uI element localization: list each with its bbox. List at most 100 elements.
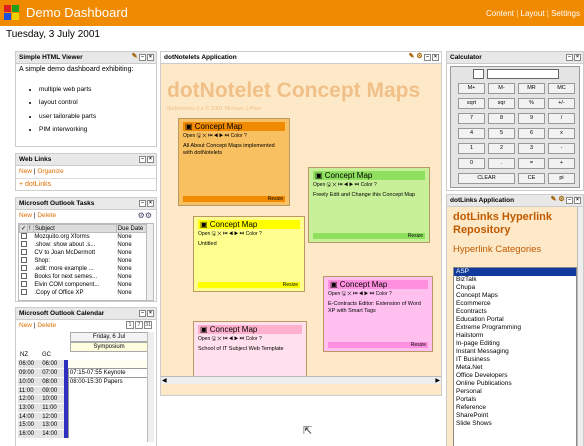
minimize-icon[interactable]: –: [139, 200, 146, 207]
subject-header[interactable]: Subject: [32, 224, 117, 234]
pi-button[interactable]: pi: [548, 173, 575, 184]
list-item[interactable]: SharePoint: [454, 412, 576, 420]
table-row[interactable]: .show: show about .s... None: [20, 241, 152, 249]
resize-handle[interactable]: Resize: [313, 233, 425, 239]
minimize-icon[interactable]: –: [139, 54, 146, 61]
calc-key[interactable]: /: [548, 113, 575, 124]
calc-key[interactable]: 4: [458, 128, 485, 139]
notelets-horizontal-scrollbar[interactable]: ◀ ▶: [161, 376, 441, 384]
calc-key[interactable]: 8: [488, 113, 515, 124]
table-row[interactable]: Mozquito.org Xforms None: [20, 233, 152, 242]
nav-content-link[interactable]: Content: [486, 9, 514, 18]
category-list[interactable]: ASP BizTalk Chupa Concept Maps Ecommerce…: [453, 267, 577, 446]
delete-task-link[interactable]: Delete: [37, 212, 56, 219]
card-text[interactable]: All About Concept Maps implemented with …: [183, 143, 285, 156]
calculator-display[interactable]: [487, 69, 559, 79]
card-title[interactable]: ▣ Concept Map: [313, 171, 425, 180]
nav-layout-link[interactable]: Layout: [521, 9, 545, 18]
list-item[interactable]: Reference: [454, 404, 576, 412]
time-slot-row[interactable]: 11:00 09:00: [18, 386, 150, 396]
task-checkbox[interactable]: [20, 289, 27, 296]
task-checkbox[interactable]: [20, 257, 27, 264]
task-checkbox[interactable]: [20, 233, 27, 240]
calc-key[interactable]: 1: [458, 143, 485, 154]
list-item[interactable]: Hailstorm: [454, 332, 576, 340]
close-icon[interactable]: ×: [574, 197, 581, 204]
resize-handle[interactable]: Resize: [198, 282, 300, 288]
minimize-icon[interactable]: –: [139, 310, 146, 317]
concept-map-card[interactable]: ▣ Concept Map Open 🖫 ✕ ⏮ ◀ ▶ ⏭ Color ? A…: [178, 118, 290, 206]
list-item[interactable]: Instant Messaging: [454, 348, 576, 356]
table-row[interactable]: Books for next semes... None: [20, 273, 152, 281]
list-item[interactable]: Slide Shows: [454, 420, 576, 428]
new-link[interactable]: New: [19, 168, 32, 175]
week-view-button[interactable]: 7: [135, 321, 143, 329]
time-slot-row[interactable]: 16:00 14:00: [18, 429, 150, 439]
calendar-scrollbar[interactable]: [147, 332, 154, 443]
task-checkbox[interactable]: [20, 265, 27, 272]
clear-button[interactable]: CLEAR: [458, 173, 515, 184]
list-item[interactable]: Extreme Programming: [454, 324, 576, 332]
card-text[interactable]: School of IT Subject Web Template: [198, 346, 302, 353]
card-text[interactable]: Untitled: [198, 241, 300, 248]
calc-key[interactable]: %: [518, 98, 545, 109]
list-item[interactable]: BizTalk: [454, 276, 576, 284]
calc-key[interactable]: 2: [488, 143, 515, 154]
edit-icon[interactable]: ✎: [550, 196, 557, 204]
calc-key[interactable]: 3: [518, 143, 545, 154]
task-checkbox[interactable]: [20, 249, 27, 256]
list-item[interactable]: In-page Editing: [454, 340, 576, 348]
calc-key[interactable]: 6: [518, 128, 545, 139]
calc-key[interactable]: 5: [488, 128, 515, 139]
list-item[interactable]: Portals: [454, 396, 576, 404]
list-item[interactable]: Econtracts: [454, 308, 576, 316]
appointment[interactable]: 08:00-15:30 Papers: [67, 377, 150, 387]
list-item[interactable]: ASP: [454, 268, 576, 276]
concept-map-card[interactable]: ▣ Concept Map Open 🖫 ✕ ⏮ ◀ ▶ ⏭ Color ? F…: [308, 167, 430, 243]
task-checkbox[interactable]: [20, 241, 27, 248]
table-row[interactable]: CV to Joan McDermott None: [20, 249, 152, 257]
card-title[interactable]: ▣ Concept Map: [183, 122, 285, 131]
close-icon[interactable]: ×: [147, 200, 154, 207]
card-toolbar[interactable]: Open 🖫 ✕ ⏮ ◀ ▶ ⏭ Color ?: [328, 291, 428, 299]
settings-icon[interactable]: ⚙: [416, 53, 423, 61]
card-title[interactable]: ▣ Concept Map: [328, 280, 428, 289]
edit-icon[interactable]: ✎: [408, 53, 415, 61]
close-icon[interactable]: ×: [147, 54, 154, 61]
calc-key[interactable]: +: [548, 158, 575, 169]
list-item[interactable]: Online Publications: [454, 380, 576, 388]
month-view-button[interactable]: 31: [144, 321, 152, 329]
time-slot-row[interactable]: 06:00 06:00: [18, 360, 149, 370]
day-view-button[interactable]: 1: [126, 321, 134, 329]
list-item[interactable]: Chupa: [454, 284, 576, 292]
resize-handle[interactable]: Resize: [183, 196, 285, 202]
calc-key[interactable]: sqrt: [458, 98, 485, 109]
close-icon[interactable]: ×: [574, 54, 581, 61]
table-row[interactable]: .Copy of Office XP None: [20, 289, 152, 297]
minimize-icon[interactable]: –: [566, 54, 573, 61]
resize-handle[interactable]: Resize: [328, 342, 428, 348]
task-checkbox[interactable]: [20, 281, 27, 288]
list-item[interactable]: IT Business: [454, 356, 576, 364]
concept-map-card[interactable]: ▣ Concept Map Open 🖫 ✕ ⏮ ◀ ▶ ⏭ Color ? U…: [193, 216, 305, 292]
delete-appointment-link[interactable]: Delete: [37, 322, 56, 329]
list-item[interactable]: Concept Maps: [454, 292, 576, 300]
time-slot-row[interactable]: 10:00 08:00 08:00-15:30 Papers: [18, 377, 150, 387]
time-slot-row[interactable]: 09:00 07:00 07:15-07:55 Keynote: [18, 368, 150, 378]
table-row[interactable]: Elvin COM component... None: [20, 281, 152, 289]
time-slot-row[interactable]: 12:00 10:00: [18, 394, 150, 405]
calc-key[interactable]: MC: [548, 83, 575, 94]
calc-key[interactable]: 7: [458, 113, 485, 124]
card-toolbar[interactable]: Open 🖫 ✕ ⏮ ◀ ▶ ⏭ Color ?: [198, 231, 300, 239]
tasks-scrollbar[interactable]: [146, 224, 153, 301]
concept-map-card[interactable]: ▣ Concept Map Open 🖫 ✕ ⏮ ◀ ▶ ⏭ Color ? E…: [323, 276, 433, 352]
all-day-event[interactable]: Symposium: [70, 342, 148, 353]
new-task-link[interactable]: New: [19, 212, 32, 219]
clear-entry-button[interactable]: CE: [518, 173, 545, 184]
card-title[interactable]: ▣ Concept Map: [198, 325, 302, 334]
time-slot-row[interactable]: 13:00 11:00: [18, 403, 150, 413]
dotlinks-scrollbar[interactable]: [577, 207, 583, 446]
calc-key[interactable]: x: [548, 128, 575, 139]
list-item[interactable]: Meta.Net: [454, 364, 576, 372]
list-item[interactable]: Personal: [454, 388, 576, 396]
